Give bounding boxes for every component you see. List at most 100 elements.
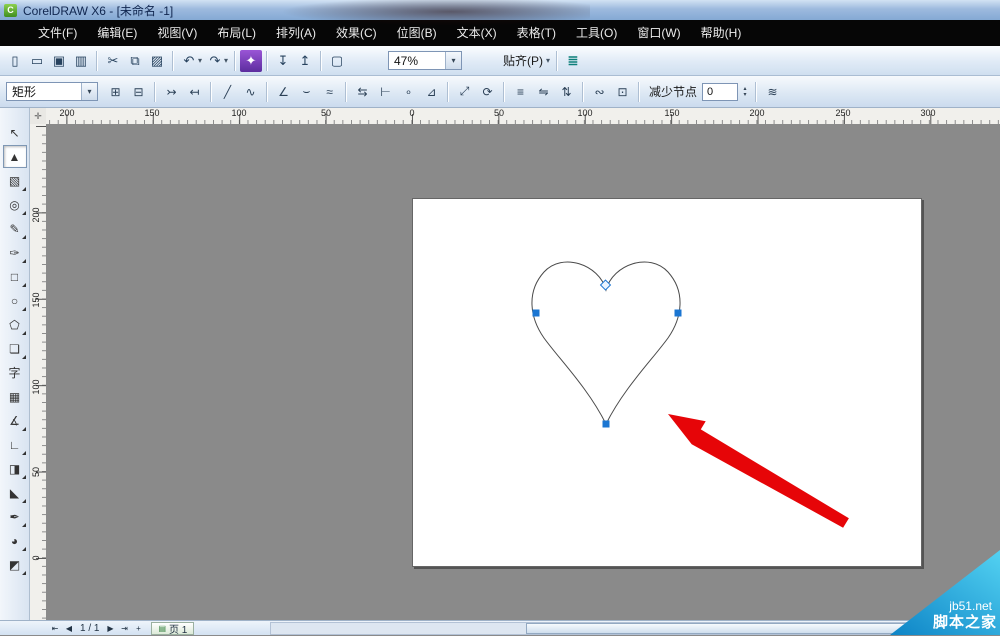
- shape-preset-combo[interactable]: 矩形 ▾: [6, 82, 98, 101]
- tool-outline-pen[interactable]: ✒: [3, 505, 27, 528]
- welcome-screen-button[interactable]: ▢: [326, 50, 348, 72]
- import-button[interactable]: ↧: [272, 50, 294, 72]
- menu-item-table[interactable]: 表格(T): [507, 20, 566, 46]
- chevron-down-icon[interactable]: ▾: [81, 83, 97, 100]
- tool-color-eyedropper[interactable]: ◣: [3, 481, 27, 504]
- snap-to-dropdown[interactable]: ▾: [544, 56, 552, 65]
- page-tab-label: 页 1: [169, 624, 188, 636]
- print-button[interactable]: ▥: [70, 50, 92, 72]
- tool-artistic-media[interactable]: ✑: [3, 241, 27, 264]
- break-curve-button[interactable]: ↤: [183, 81, 206, 103]
- undo-dropdown[interactable]: ▾: [196, 56, 204, 65]
- save-button[interactable]: ▣: [48, 50, 70, 72]
- next-page-button[interactable]: ▶: [103, 624, 117, 633]
- tool-pick[interactable]: ↖: [3, 121, 27, 144]
- last-page-button[interactable]: ⇥: [117, 624, 131, 633]
- zoom-level-combo[interactable]: 47% ▾: [388, 51, 462, 70]
- options-button[interactable]: ≣: [562, 50, 584, 72]
- tool-rectangle[interactable]: □: [3, 265, 27, 288]
- reverse-direction-button[interactable]: ⇆: [351, 81, 374, 103]
- tool-dimension[interactable]: ∡: [3, 409, 27, 432]
- reflect-vertical-button[interactable]: ⇅: [555, 81, 578, 103]
- stretch-nodes-button[interactable]: ⤢: [453, 81, 476, 103]
- ruler-label: 0: [409, 108, 415, 118]
- tool-crop[interactable]: ▧: [3, 169, 27, 192]
- reflect-horizontal-button[interactable]: ⇋: [532, 81, 555, 103]
- horizontal-ruler[interactable]: 200 150 100 50 0 50 100 150 200 250 300: [46, 108, 1000, 125]
- ruler-label: 100: [577, 108, 593, 118]
- rotate-nodes-button[interactable]: ⟳: [476, 81, 499, 103]
- reduce-nodes-stepper[interactable]: ▴ ▾: [739, 83, 751, 101]
- menu-item-view[interactable]: 视图(V): [147, 20, 207, 46]
- curve-node-bottom[interactable]: [602, 420, 610, 428]
- menu-item-arrange[interactable]: 排列(A): [266, 20, 326, 46]
- select-all-nodes-button[interactable]: ⊡: [611, 81, 634, 103]
- node-delete-button[interactable]: ⊟: [127, 81, 150, 103]
- add-page-button[interactable]: +: [131, 624, 145, 633]
- menu-item-layout[interactable]: 布局(L): [207, 20, 266, 46]
- tool-shape[interactable]: ▲: [2, 145, 27, 168]
- join-nodes-button[interactable]: ↣: [160, 81, 183, 103]
- tool-interactive-fill[interactable]: ◩: [3, 553, 27, 576]
- extend-curve-button[interactable]: ⊢: [374, 81, 397, 103]
- tool-blend[interactable]: ◨: [3, 457, 27, 480]
- open-button[interactable]: ▭: [26, 50, 48, 72]
- menu-item-tools[interactable]: 工具(O): [566, 20, 627, 46]
- menu-item-window[interactable]: 窗口(W): [627, 20, 690, 46]
- paste-button[interactable]: ▨: [146, 50, 168, 72]
- toolbar-separator: [320, 50, 322, 71]
- prev-page-button[interactable]: ◀: [62, 624, 76, 633]
- smooth-node-button[interactable]: ⌣: [295, 81, 318, 103]
- menu-item-edit[interactable]: 编辑(E): [87, 20, 147, 46]
- menu-item-text[interactable]: 文本(X): [447, 20, 507, 46]
- curve-node-left[interactable]: [532, 309, 540, 317]
- ruler-label: 50: [31, 467, 41, 478]
- vertical-ruler[interactable]: 200 150 100 50 0: [30, 124, 47, 620]
- page-tab-1[interactable]: ▤ 页 1: [151, 621, 195, 636]
- menu-item-effects[interactable]: 效果(C): [326, 20, 387, 46]
- elastic-mode-button[interactable]: ∾: [588, 81, 611, 103]
- curve-smoothness-button[interactable]: ≋: [761, 81, 784, 103]
- copy-button[interactable]: ⧉: [124, 50, 146, 72]
- extract-subpath-button[interactable]: ⊿: [420, 81, 443, 103]
- horizontal-scrollbar[interactable]: [270, 622, 992, 635]
- menu-item-help[interactable]: 帮助(H): [691, 20, 752, 46]
- basic-shapes-icon: ❏: [9, 341, 20, 356]
- copy-icon: ⧉: [130, 52, 140, 68]
- export-button[interactable]: ↥: [294, 50, 316, 72]
- tool-text[interactable]: 字: [3, 361, 27, 384]
- canvas-area[interactable]: [46, 124, 1000, 620]
- tool-freehand[interactable]: ✎: [3, 217, 27, 240]
- symmetrical-node-button[interactable]: ≈: [318, 81, 341, 103]
- ruler-origin-corner[interactable]: ✛: [30, 108, 47, 125]
- menu-item-file[interactable]: 文件(F): [28, 20, 87, 46]
- options-icon: ≣: [567, 52, 579, 68]
- standard-toolbar: ▯ ▭ ▣ ▥ ✂ ⧉ ▨ ↶ ▾ ↷ ▾ ✦ ↧ ↥ ▢ 47% ▾ 贴齐(P…: [0, 46, 1000, 76]
- application-launcher-button[interactable]: ✦: [240, 49, 262, 72]
- menu-item-bitmaps[interactable]: 位图(B): [387, 20, 447, 46]
- tool-polygon[interactable]: ⬠: [3, 313, 27, 336]
- close-curve-button[interactable]: ∘: [397, 81, 420, 103]
- snap-to-label[interactable]: 贴齐(P): [498, 52, 548, 69]
- redo-dropdown[interactable]: ▾: [222, 56, 230, 65]
- curve-node-right[interactable]: [674, 309, 682, 317]
- node-add-button[interactable]: ⊞: [104, 81, 127, 103]
- convert-to-curve-button[interactable]: ∿: [239, 81, 262, 103]
- tool-zoom[interactable]: ◎: [3, 193, 27, 216]
- first-page-button[interactable]: ⇤: [48, 624, 62, 633]
- tool-table[interactable]: ▦: [3, 385, 27, 408]
- tool-ellipse[interactable]: ○: [3, 289, 27, 312]
- tool-fill[interactable]: ◕: [3, 529, 27, 552]
- reduce-nodes-input[interactable]: 0: [702, 82, 739, 101]
- tool-basic-shapes[interactable]: ❏: [3, 337, 27, 360]
- convert-to-line-button[interactable]: ╱: [216, 81, 239, 103]
- chevron-down-icon[interactable]: ▾: [445, 52, 461, 69]
- tool-connector[interactable]: ∟: [3, 433, 27, 456]
- new-document-button[interactable]: ▯: [4, 50, 26, 72]
- cusp-node-button[interactable]: ∠: [272, 81, 295, 103]
- stepper-down-icon[interactable]: ▾: [739, 92, 751, 98]
- ruler-label: 0: [31, 555, 41, 561]
- toolbar-separator: [210, 81, 212, 102]
- cut-button[interactable]: ✂: [102, 50, 124, 72]
- align-nodes-button[interactable]: ≡: [509, 81, 532, 103]
